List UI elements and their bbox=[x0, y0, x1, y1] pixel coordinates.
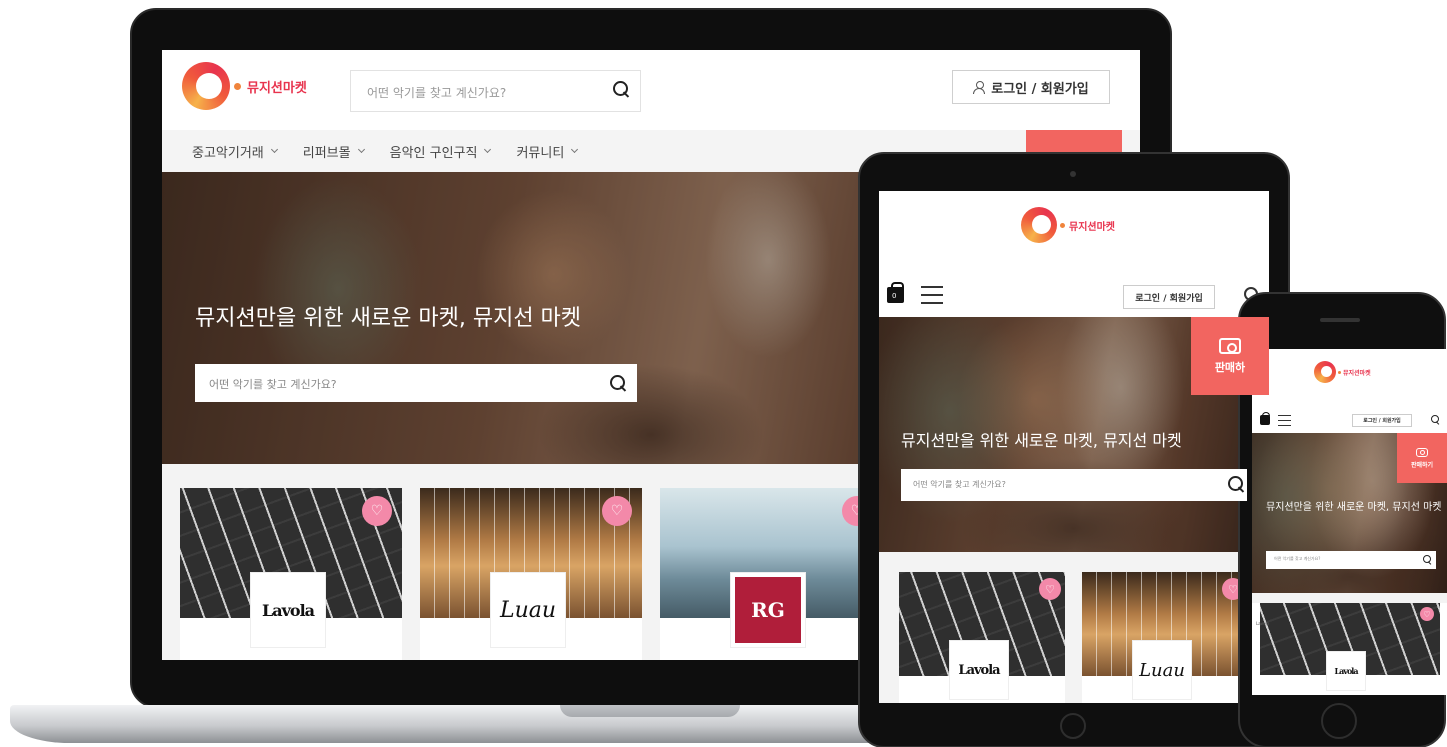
logo-dot bbox=[234, 82, 241, 90]
heart-icon[interactable]: ♡ bbox=[362, 496, 392, 526]
phone-home-button bbox=[1321, 703, 1357, 739]
tablet-screen: 뮤지션마켓 0 로그인 / 회원가입 판매하 뮤지션만을 위한 새로운 마켓, … bbox=[879, 191, 1269, 703]
mobile-toolbar: 0 로그인 / 회원가입 bbox=[879, 275, 1269, 317]
nav-item-used-instruments[interactable]: 중고악기거래 bbox=[192, 142, 278, 161]
logo-mark bbox=[1314, 361, 1336, 383]
hero-search-input[interactable]: 어떤 악기를 찾고 계신가요? bbox=[901, 469, 1247, 501]
hero-banner: 판매하기 뮤지션만을 위한 새로운 마켓, 뮤지선 마켓 어떤 악기를 찾고 계… bbox=[1252, 433, 1447, 593]
nav-item-jobs[interactable]: 음악인 구인구직 bbox=[389, 142, 492, 161]
logo-text: 뮤지션마켓 bbox=[1069, 221, 1115, 233]
site-logo[interactable]: 뮤지션마켓 bbox=[1021, 207, 1115, 243]
brand-logo-luau: Luau bbox=[490, 572, 566, 648]
sell-label: 판매하 bbox=[1214, 360, 1246, 374]
hero-banner: 판매하 뮤지션만을 위한 새로운 마켓, 뮤지선 마켓 어떤 악기를 찾고 계신… bbox=[879, 317, 1269, 552]
chevron-down-icon bbox=[571, 145, 579, 153]
brand-logo-rg: RG bbox=[730, 572, 806, 648]
hero-headline: 뮤지션만을 위한 새로운 마켓, 뮤지선 마켓 bbox=[1266, 502, 1442, 513]
sell-label: 판매하기 bbox=[1410, 461, 1434, 469]
brand-logo-luau: Luau bbox=[1132, 640, 1192, 700]
product-card[interactable]: ♡ Lavola bbox=[899, 572, 1065, 703]
hero-search-placeholder: 어떤 악기를 찾고 계신가요? bbox=[1274, 556, 1321, 561]
product-card[interactable]: ♡ RG bbox=[660, 488, 882, 660]
login-signup-button[interactable]: 로그인 / 회원가입 bbox=[1123, 285, 1215, 309]
heart-icon[interactable]: ♡ bbox=[1420, 607, 1434, 621]
login-signup-button[interactable]: 로그인 / 회원가입 bbox=[952, 70, 1110, 104]
hero-headline: 뮤지션만을 위한 새로운 마켓, 뮤지선 마켓 bbox=[901, 431, 1182, 450]
site-header: 뮤지션마켓 어떤 악기를 찾고 계신가요? 로그인 / 회원가입 bbox=[162, 50, 1140, 130]
search-icon[interactable] bbox=[1227, 475, 1245, 493]
brand-logo-lavola: Lavola bbox=[949, 640, 1009, 700]
hamburger-menu-icon[interactable] bbox=[1278, 415, 1291, 430]
brand-name: RG bbox=[735, 577, 801, 643]
product-card[interactable]: ♡ Luau bbox=[1082, 572, 1248, 703]
brand-name: Lavola bbox=[1334, 666, 1358, 676]
brand-name: Luau bbox=[1139, 659, 1185, 681]
user-icon bbox=[973, 80, 986, 94]
product-card[interactable]: ♡ Luau bbox=[420, 488, 642, 660]
nav-label: 중고악기거래 bbox=[192, 145, 264, 161]
nav-item-refurb-mall[interactable]: 리퍼브몰 bbox=[302, 142, 365, 161]
hero-search-placeholder: 어떤 악기를 찾고 계신가요? bbox=[209, 378, 337, 391]
nav-label: 리퍼브몰 bbox=[302, 145, 351, 161]
brand-logo-lavola: Lavola bbox=[1326, 651, 1366, 691]
search-icon[interactable] bbox=[612, 80, 630, 98]
laptop-notch bbox=[560, 705, 740, 717]
phone-speaker bbox=[1320, 318, 1360, 322]
logo-mark bbox=[182, 62, 230, 110]
search-placeholder: 어떤 악기를 찾고 계신가요? bbox=[367, 86, 507, 100]
nav-item-community[interactable]: 커뮤니티 bbox=[516, 142, 579, 161]
logo-dot bbox=[1338, 370, 1341, 374]
site-logo[interactable]: 뮤지션마켓 bbox=[182, 62, 307, 110]
product-grid: ♡ Lavola ♡ Luau bbox=[879, 552, 1269, 703]
logo-dot bbox=[1060, 222, 1065, 228]
chevron-down-icon bbox=[484, 145, 492, 153]
brand-name: Lavola bbox=[958, 662, 1000, 678]
tablet-home-button bbox=[1060, 713, 1086, 739]
logo-text: 뮤지션마켓 bbox=[247, 79, 307, 95]
brand-name: Lavola bbox=[261, 600, 315, 620]
sell-button[interactable]: 판매하기 bbox=[1397, 433, 1447, 483]
heart-icon[interactable]: ♡ bbox=[1039, 578, 1061, 600]
site-logo[interactable]: 뮤지션마켓 bbox=[1314, 361, 1371, 383]
chevron-down-icon bbox=[357, 145, 365, 153]
logo-mark bbox=[1021, 207, 1057, 243]
hero-search-input[interactable]: 어떤 악기를 찾고 계신가요? bbox=[195, 364, 637, 402]
login-signup-label: 로그인 / 회원가입 bbox=[991, 81, 1089, 97]
product-card[interactable]: ♡ Lavola bbox=[180, 488, 402, 660]
sell-button[interactable]: 판매하 bbox=[1191, 317, 1269, 395]
phone-screen: 뮤지션마켓 로그인 / 회원가입 판매하기 뮤지션만을 위한 새로운 마켓, 뮤… bbox=[1252, 349, 1447, 695]
nav-label: 음악인 구인구직 bbox=[389, 145, 478, 161]
product-grid: Lavola ♡ Lavola bbox=[1252, 593, 1447, 695]
product-card[interactable]: Lavola ♡ Lavola bbox=[1252, 603, 1447, 695]
search-icon[interactable] bbox=[1430, 414, 1442, 426]
shopping-bag-icon[interactable]: 0 bbox=[887, 282, 904, 303]
camera-icon bbox=[1416, 447, 1428, 457]
search-icon[interactable] bbox=[1422, 554, 1434, 566]
mobile-toolbar: 로그인 / 회원가입 bbox=[1252, 407, 1447, 433]
brand-logo-lavola: Lavola bbox=[250, 572, 326, 648]
heart-icon[interactable]: ♡ bbox=[602, 496, 632, 526]
chevron-down-icon bbox=[270, 145, 278, 153]
tablet-camera bbox=[1070, 171, 1076, 177]
hero-search-placeholder: 어떤 악기를 찾고 계신가요? bbox=[913, 480, 1006, 489]
camera-icon bbox=[1219, 337, 1241, 354]
cart-count: 0 bbox=[892, 292, 897, 300]
hero-headline: 뮤지션만을 위한 새로운 마켓, 뮤지선 마켓 bbox=[195, 306, 582, 331]
login-signup-button[interactable]: 로그인 / 회원가입 bbox=[1352, 414, 1412, 427]
brand-name: Luau bbox=[499, 597, 557, 623]
shopping-bag-icon[interactable] bbox=[1260, 412, 1270, 425]
search-icon[interactable] bbox=[609, 374, 627, 392]
nav-label: 커뮤니티 bbox=[516, 145, 565, 161]
header-search-input[interactable]: 어떤 악기를 찾고 계신가요? bbox=[350, 70, 641, 112]
logo-text: 뮤지션마켓 bbox=[1343, 370, 1371, 377]
hamburger-menu-icon[interactable] bbox=[921, 286, 943, 310]
product-label: Lavola bbox=[1256, 621, 1270, 626]
hero-search-input[interactable]: 어떤 악기를 찾고 계신가요? bbox=[1266, 551, 1436, 569]
